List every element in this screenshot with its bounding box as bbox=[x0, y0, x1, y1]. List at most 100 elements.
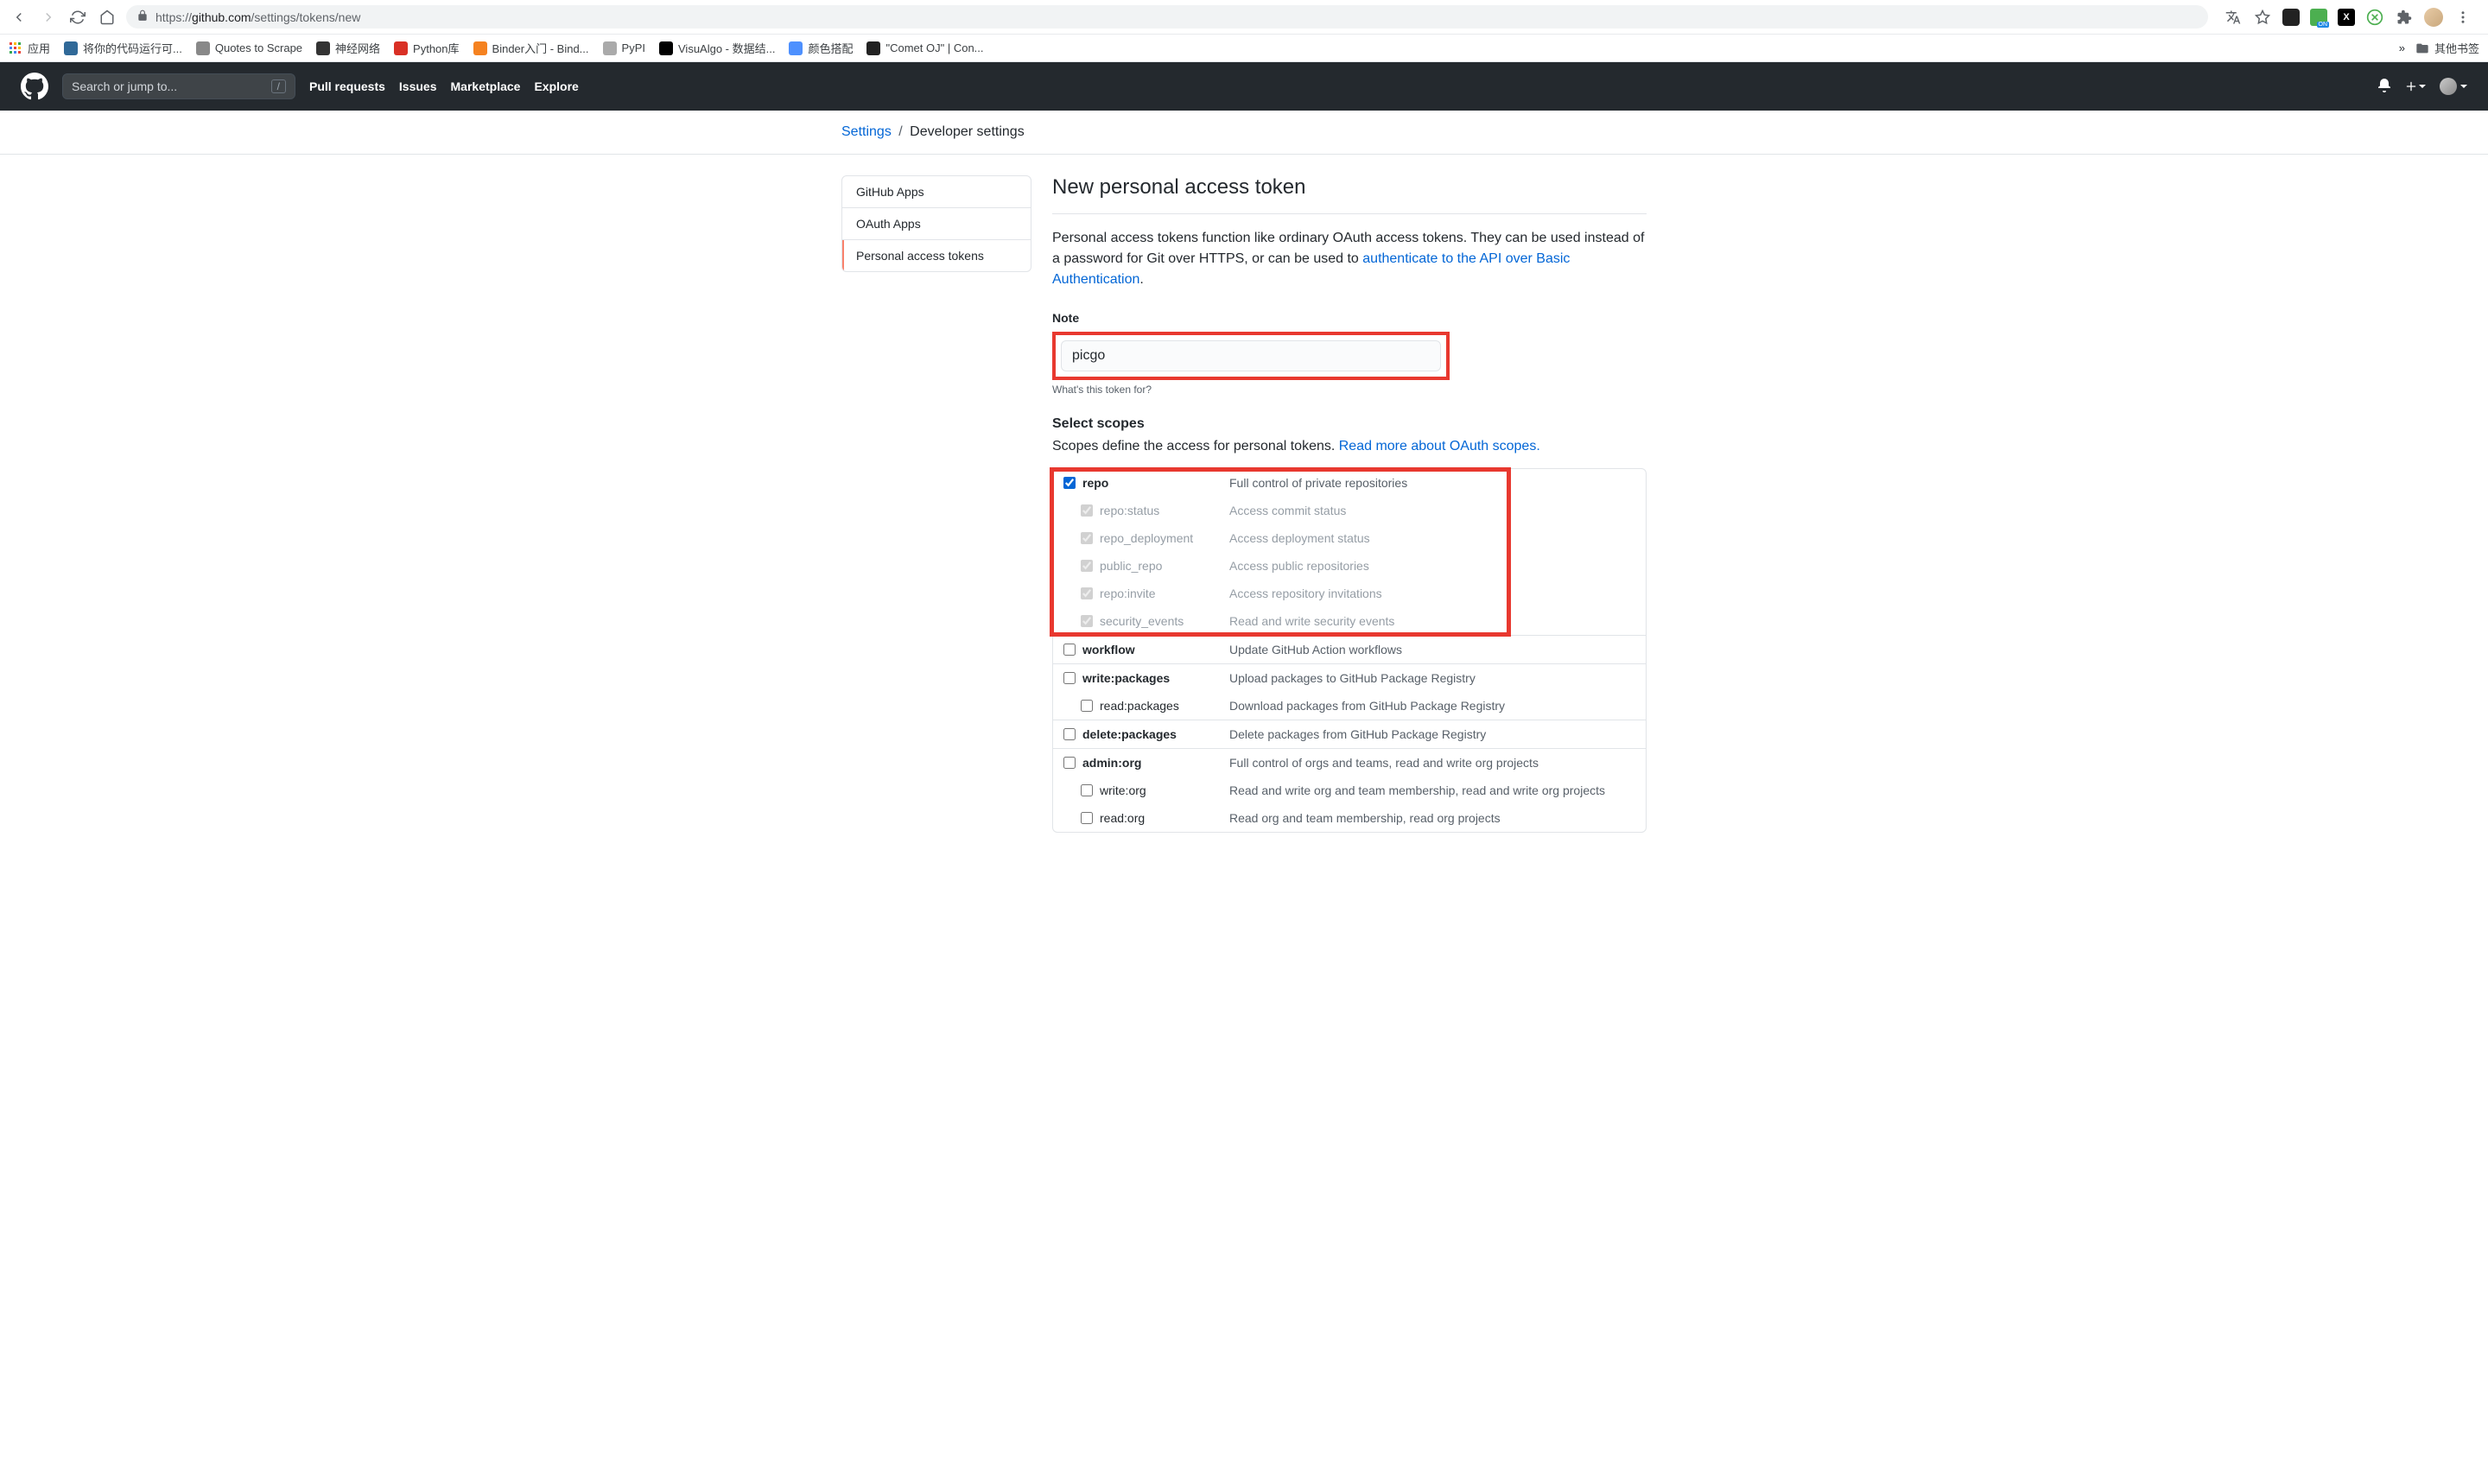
ext-icon-2[interactable]: ON bbox=[2310, 9, 2327, 26]
main-content: New personal access token Personal acces… bbox=[1052, 175, 1647, 833]
github-header-right bbox=[2377, 78, 2467, 95]
scopes-link[interactable]: Read more about OAuth scopes. bbox=[1339, 439, 1540, 453]
sidebar-item-github-apps[interactable]: GitHub Apps bbox=[842, 176, 1031, 208]
note-hint: What's this token for? bbox=[1052, 384, 1647, 396]
plus-icon[interactable] bbox=[2405, 80, 2426, 92]
scope-desc: Access repository invitations bbox=[1229, 587, 1382, 600]
scope-checkbox-public_repo[interactable] bbox=[1081, 560, 1093, 572]
scope-row: workflowUpdate GitHub Action workflows bbox=[1053, 636, 1646, 663]
scope-desc: Full control of orgs and teams, read and… bbox=[1229, 756, 1539, 770]
scope-name: repo_deployment bbox=[1100, 531, 1229, 545]
scope-checkbox-read:org[interactable] bbox=[1081, 812, 1093, 824]
scope-group-write-packages: write:packagesUpload packages to GitHub … bbox=[1053, 664, 1646, 720]
scope-group-admin-org: admin:orgFull control of orgs and teams,… bbox=[1053, 749, 1646, 832]
github-logo-icon[interactable] bbox=[21, 73, 48, 100]
apps-icon[interactable]: 应用 bbox=[9, 40, 50, 56]
ext-icon-4[interactable] bbox=[2365, 8, 2384, 27]
nav-marketplace[interactable]: Marketplace bbox=[451, 79, 521, 93]
title-divider bbox=[1052, 213, 1647, 214]
home-button[interactable] bbox=[97, 7, 117, 28]
star-icon[interactable] bbox=[2253, 8, 2272, 27]
extensions-icon[interactable] bbox=[2395, 8, 2414, 27]
scope-name: repo:status bbox=[1100, 504, 1229, 517]
scope-desc: Read and write org and team membership, … bbox=[1229, 783, 1605, 797]
sidebar-item-oauth-apps[interactable]: OAuth Apps bbox=[842, 208, 1031, 240]
browser-chrome: https://github.com/settings/tokens/new O… bbox=[0, 0, 2488, 62]
scope-checkbox-write:packages[interactable] bbox=[1063, 672, 1076, 684]
bookmarks-bar: 应用将你的代码运行可... Quotes to Scrape 神经网络 Python库… bbox=[0, 34, 2488, 61]
scope-name: read:packages bbox=[1100, 699, 1229, 713]
scope-desc: Upload packages to GitHub Package Regist… bbox=[1229, 671, 1476, 685]
breadcrumb-current: Developer settings bbox=[910, 124, 1025, 139]
github-search[interactable]: Search or jump to... / bbox=[62, 73, 295, 99]
other-bookmarks[interactable]: 其他书签 bbox=[2415, 40, 2479, 56]
back-button[interactable] bbox=[9, 7, 29, 28]
url-bar[interactable]: https://github.com/settings/tokens/new bbox=[126, 5, 2208, 29]
scope-row: repo:statusAccess commit status bbox=[1053, 497, 1646, 524]
nav-pull-requests[interactable]: Pull requests bbox=[309, 79, 385, 93]
scope-desc: Download packages from GitHub Package Re… bbox=[1229, 699, 1505, 713]
github-header: Search or jump to... / Pull requests Issu… bbox=[0, 62, 2488, 111]
scope-group-delete-packages: delete:packagesDelete packages from GitH… bbox=[1053, 720, 1646, 749]
note-highlight-box bbox=[1052, 332, 1450, 380]
scope-row: delete:packagesDelete packages from GitH… bbox=[1053, 720, 1646, 748]
scope-desc: Delete packages from GitHub Package Regi… bbox=[1229, 727, 1486, 741]
scope-checkbox-read:packages[interactable] bbox=[1081, 700, 1093, 712]
scope-name: public_repo bbox=[1100, 559, 1229, 573]
bookmark-item[interactable]: 神经网络 bbox=[316, 40, 380, 56]
forward-button[interactable] bbox=[38, 7, 59, 28]
ext-icon-3[interactable]: X bbox=[2338, 9, 2355, 26]
scope-row: write:packagesUpload packages to GitHub … bbox=[1053, 664, 1646, 692]
scope-checkbox-admin:org[interactable] bbox=[1063, 757, 1076, 769]
scope-desc: Full control of private repositories bbox=[1229, 476, 1407, 490]
scope-name: admin:org bbox=[1082, 756, 1229, 770]
note-input[interactable] bbox=[1061, 340, 1441, 371]
scope-checkbox-repo_deployment[interactable] bbox=[1081, 532, 1093, 544]
url-text: https://github.com/settings/tokens/new bbox=[156, 10, 360, 24]
scope-row: repo_deploymentAccess deployment status bbox=[1053, 524, 1646, 552]
notifications-icon[interactable] bbox=[2377, 79, 2391, 95]
scope-checkbox-security_events[interactable] bbox=[1081, 615, 1093, 627]
scope-checkbox-delete:packages[interactable] bbox=[1063, 728, 1076, 740]
nav-explore[interactable]: Explore bbox=[534, 79, 578, 93]
scope-group-workflow: workflowUpdate GitHub Action workflows bbox=[1053, 636, 1646, 664]
scope-name: repo bbox=[1082, 476, 1229, 490]
scope-name: security_events bbox=[1100, 614, 1229, 628]
breadcrumb-link[interactable]: Settings bbox=[841, 124, 892, 139]
user-avatar-icon[interactable] bbox=[2424, 8, 2443, 27]
scope-checkbox-write:org[interactable] bbox=[1081, 784, 1093, 796]
toolbar-right: ON X bbox=[2217, 8, 2479, 27]
note-label: Note bbox=[1052, 311, 1647, 325]
bookmark-item[interactable]: "Comet OJ" | Con... bbox=[866, 41, 983, 55]
more-bookmarks[interactable]: » bbox=[2399, 41, 2405, 54]
nav-issues[interactable]: Issues bbox=[399, 79, 437, 93]
sidebar: GitHub AppsOAuth AppsPersonal access tok… bbox=[841, 175, 1031, 833]
reload-button[interactable] bbox=[67, 7, 88, 28]
translate-icon[interactable] bbox=[2224, 8, 2243, 27]
user-menu[interactable] bbox=[2440, 78, 2467, 95]
menu-icon[interactable] bbox=[2453, 8, 2472, 27]
scope-checkbox-repo[interactable] bbox=[1063, 477, 1076, 489]
sidebar-item-personal-access-tokens[interactable]: Personal access tokens bbox=[842, 240, 1031, 271]
bookmark-item[interactable]: PyPI bbox=[603, 41, 645, 55]
avatar-icon bbox=[2440, 78, 2457, 95]
scope-row: read:packagesDownload packages from GitH… bbox=[1053, 692, 1646, 720]
ext-icon-1[interactable] bbox=[2282, 9, 2300, 26]
bookmark-item[interactable]: 将你的代码运行可... bbox=[64, 40, 182, 56]
bookmark-item[interactable]: 颜色搭配 bbox=[789, 40, 853, 56]
scope-name: repo:invite bbox=[1100, 587, 1229, 600]
scope-row: public_repoAccess public repositories bbox=[1053, 552, 1646, 580]
bookmark-item[interactable]: Quotes to Scrape bbox=[196, 41, 302, 55]
slash-hint: / bbox=[271, 79, 286, 93]
scope-name: write:packages bbox=[1082, 671, 1229, 685]
scope-name: delete:packages bbox=[1082, 727, 1229, 741]
bookmark-item[interactable]: VisuAlgo - 数据结... bbox=[659, 40, 775, 56]
scope-desc: Access commit status bbox=[1229, 504, 1346, 517]
scope-checkbox-repo:invite[interactable] bbox=[1081, 587, 1093, 599]
scope-row: security_eventsRead and write security e… bbox=[1053, 607, 1646, 635]
scope-checkbox-repo:status[interactable] bbox=[1081, 504, 1093, 517]
bookmark-item[interactable]: Binder入门 - Bind... bbox=[473, 40, 589, 56]
page-description: Personal access tokens function like ord… bbox=[1052, 228, 1647, 290]
bookmark-item[interactable]: Python库 bbox=[394, 40, 459, 56]
scope-checkbox-workflow[interactable] bbox=[1063, 644, 1076, 656]
